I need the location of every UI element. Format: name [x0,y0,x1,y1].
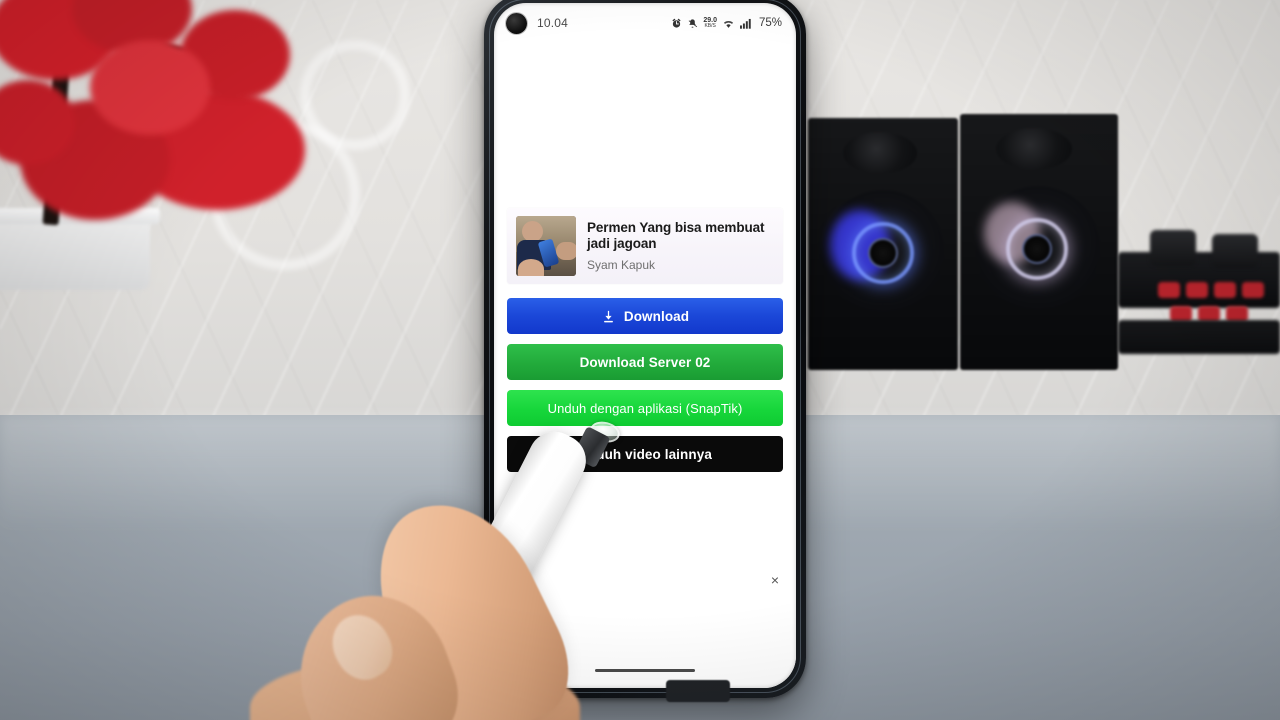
phone-bottom-bump [666,680,730,702]
status-bar-right: 29.0 KB/S 75% [671,17,782,29]
browser-page-body: Permen Yang bisa membuat jadi jagoan Sya… [494,43,796,688]
more-videos-button[interactable]: Unduh video lainnya [507,436,783,472]
speaker-tweeter [843,132,917,174]
download-server-02-button[interactable]: Download Server 02 [507,344,783,380]
smartphone: 10.04 29.0 KB/S 75% Permen Yang bisa mem… [484,0,806,702]
phone-screen[interactable]: 10.04 29.0 KB/S 75% Permen Yang bisa mem… [494,3,796,688]
battery-percent-label: 75% [758,17,782,29]
video-card-text: Permen Yang bisa membuat jadi jagoan Sya… [587,220,774,273]
desk-prop-red-key [1186,282,1208,298]
snaptik-app-button[interactable]: Unduh dengan aplikasi (SnapTik) [507,390,783,426]
scene-root: 10.04 29.0 KB/S 75% Permen Yang bisa mem… [0,0,1280,720]
download-button-label: Download [623,308,690,324]
desk-prop-knob [1212,234,1258,268]
download-icon [601,309,616,324]
desk-prop-red-key [1242,282,1264,298]
front-camera-punchhole [506,12,527,34]
video-result-card[interactable]: Permen Yang bisa membuat jadi jagoan Sya… [507,208,783,284]
close-icon[interactable]: × [768,573,782,587]
bonsai-foliage [90,40,210,135]
gesture-navigation-pill[interactable] [595,669,695,672]
network-speed-icon: 29.0 KB/S [703,17,717,29]
network-speed-unit: KB/S [704,23,716,29]
desk-prop-red-key [1214,282,1236,298]
wifi-icon [722,18,735,29]
video-title: Permen Yang bisa membuat jadi jagoan [587,219,765,251]
download-server-02-label: Download Server 02 [579,354,711,370]
download-button[interactable]: Download [507,298,783,334]
speaker-hub [1022,234,1052,264]
download-button-stack: Download Download Server 02 Unduh dengan… [507,298,783,472]
desk-prop-red-key [1158,282,1180,298]
status-clock: 10.04 [537,16,569,30]
speaker-right [960,114,1118,370]
desk-prop-knob [1150,230,1196,266]
more-videos-label: Unduh video lainnya [578,446,712,462]
page-blank-area [507,43,783,208]
status-bar: 10.04 29.0 KB/S 75% [494,3,796,43]
speaker-left [808,118,958,370]
desk-prop-base [1118,320,1280,354]
signal-icon [739,18,753,29]
video-author: Syam Kapuk [587,258,656,273]
snaptik-app-label: Unduh dengan aplikasi (SnapTik) [547,400,743,416]
alarm-icon [671,18,682,29]
bell-muted-icon [687,18,698,29]
video-thumbnail[interactable] [516,216,576,276]
status-bar-left: 10.04 [506,12,569,34]
speaker-tweeter [996,128,1072,170]
bonsai-tree [0,0,340,310]
speaker-hub [868,238,898,268]
